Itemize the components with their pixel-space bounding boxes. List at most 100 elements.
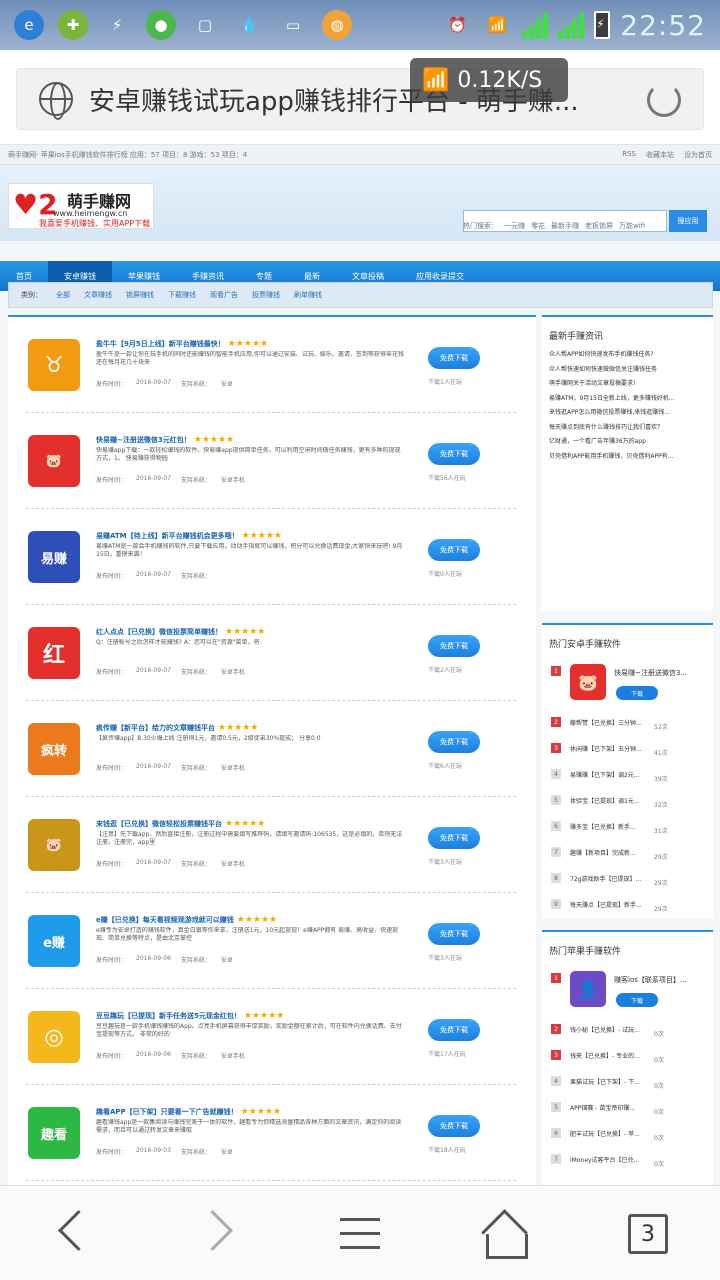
news-item[interactable]: 萌手赚网关于活动文章投稿要求!: [549, 377, 706, 392]
cat-order[interactable]: 刷单赚钱: [294, 290, 322, 300]
free-download-button[interactable]: 免费下载: [428, 1115, 480, 1137]
rank-app-icon[interactable]: 🐷: [570, 664, 606, 700]
app-thumbnail[interactable]: e赚: [28, 915, 80, 967]
app-thumbnail[interactable]: 红: [28, 627, 80, 679]
app-thumbnail[interactable]: 趣看: [28, 1107, 80, 1159]
free-download-button[interactable]: 免费下载: [428, 923, 480, 945]
rank-item[interactable]: 2 藤帮赞【已兑换】三分钟... 52次: [542, 708, 713, 734]
free-download-button[interactable]: 免费下载: [428, 1019, 480, 1041]
app-title-text[interactable]: 疯传赚【新平台】给力的文章赚钱平台: [96, 724, 215, 732]
app-title-text[interactable]: e赚【已兑换】每天看视频观游戏就可以赚钱: [96, 916, 234, 924]
rank-item[interactable]: 3 休闲赚【已下架】五分钟... 41次: [542, 734, 713, 760]
rank-item[interactable]: 3 钱夹【已兑换】- 专业的... 0次: [542, 1041, 713, 1067]
homepage-link[interactable]: 设为首页: [684, 150, 712, 160]
rank-item[interactable]: 2 钱小秘【已兑换】- 试玩... 0次: [542, 1015, 713, 1041]
app-thumbnail[interactable]: ◎: [28, 1011, 80, 1063]
app-title[interactable]: 红人点点【已兑换】微信投票简单赚钱！ ★★★★★: [96, 627, 265, 637]
cat-lockscreen[interactable]: 锁屏赚钱: [126, 290, 154, 300]
home-icon[interactable]: [482, 1210, 532, 1260]
app-title[interactable]: 来钱逛【已兑换】微信轻松投票赚钱平台 ★★★★★: [96, 819, 265, 829]
cat-all[interactable]: 全部: [56, 290, 70, 300]
app-title-text[interactable]: 豆豆趣玩【已提现】新手任务送5元现金红包！: [96, 1012, 241, 1020]
rank-item[interactable]: 5 APP锦赛 - 苗宝帝印赚... 0次: [542, 1093, 713, 1119]
app-title[interactable]: 趣看APP【已下架】只要看一下广告就赚钱！ ★★★★★: [96, 1107, 281, 1117]
news-item[interactable]: 亿财通，一个看广告年赚36万的app: [549, 435, 706, 450]
app-title[interactable]: 豆豆趣玩【已提现】新手任务送5元现金红包！ ★★★★★: [96, 1011, 284, 1021]
free-download-button[interactable]: 免费下载: [428, 539, 480, 561]
news-item[interactable]: 来钱逛APP怎么用微信投票赚钱,来钱逛赚钱...: [549, 406, 706, 421]
rank-item[interactable]: 8 72g游戏助手【已提现】... 29次: [542, 864, 713, 890]
hot-link[interactable]: 一元赚: [504, 221, 525, 231]
app-title[interactable]: 快易赚~注册送微信3元红包！ ★★★★★: [96, 435, 234, 445]
news-item[interactable]: 众人帮快速如何快速做微信关注赚钱任务: [549, 363, 706, 378]
system-value: 安卓: [220, 1149, 233, 1156]
cat-vote[interactable]: 投票赚钱: [252, 290, 280, 300]
rank-item[interactable]: 6 赚多宝【已兑换】新手... 31次: [542, 812, 713, 838]
hot-link[interactable]: 最新手赚: [551, 221, 579, 231]
hot-link[interactable]: 老板锁屏: [585, 221, 613, 231]
rss-link[interactable]: RSS: [622, 150, 636, 160]
free-download-button[interactable]: 免费下载: [428, 443, 480, 465]
rank-app-name[interactable]: 快易赚~注册送微信3...: [614, 668, 687, 678]
news-item[interactable]: 每天赚点到底有什么赚钱技巧让我们喜欢？: [549, 421, 706, 436]
cat-download[interactable]: 下载赚钱: [168, 290, 196, 300]
tabs-button[interactable]: 3: [628, 1214, 668, 1254]
rank-count: 41次: [654, 750, 668, 757]
forward-icon[interactable]: [196, 1210, 246, 1260]
app-title[interactable]: 盈牛牛【9月5日上线】新平台赚钱最快！ ★★★★★: [96, 339, 268, 349]
rank-item[interactable]: 9 每天赚点【已提现】新手... 29次: [542, 890, 713, 916]
rank-app-icon[interactable]: 👤: [570, 971, 606, 1007]
reload-icon[interactable]: [647, 83, 681, 117]
free-download-button[interactable]: 免费下载: [428, 635, 480, 657]
rank-item[interactable]: 4 果猫试玩【已下架】- 下... 0次: [542, 1067, 713, 1093]
app-title-text[interactable]: 易赚ATM【待上线】新平台赚钱机会更多哦！: [96, 532, 239, 540]
app-thumbnail[interactable]: ♉: [28, 339, 80, 391]
app-description: 【注意】先下载app，然后直接注册，注册过程中需要填写推荐码，请填写邀请码:10…: [96, 831, 403, 846]
app-title-text[interactable]: 盈牛牛【9月5日上线】新平台赚钱最快！: [96, 340, 225, 348]
app-title[interactable]: e赚【已兑换】每天看视频观游戏就可以赚钱 ★★★★★: [96, 915, 277, 925]
app-title-text[interactable]: 趣看APP【已下架】只要看一下广告就赚钱！: [96, 1108, 238, 1116]
app-title[interactable]: 易赚ATM【待上线】新平台赚钱机会更多哦！ ★★★★★: [96, 531, 282, 541]
back-icon[interactable]: [44, 1210, 94, 1260]
address-bar[interactable]: 安卓赚钱试玩app赚钱排行平台 - 萌手赚...: [16, 68, 704, 130]
hot-search: 热门搜索： 一元赚 零花 最新手赚 老板锁屏 万能wifi: [463, 221, 645, 231]
rank-item[interactable]: 7 趣赚【新项目】完成新... 29次: [542, 838, 713, 864]
free-download-button[interactable]: 免费下载: [428, 347, 480, 369]
news-item[interactable]: 贝壳借利APP能用手机赚钱，贝壳借利APP有...: [549, 450, 706, 465]
rank-download-button[interactable]: 下载: [616, 686, 658, 700]
free-download-button[interactable]: 免费下载: [428, 731, 480, 753]
bookmark-link[interactable]: 收藏本站: [646, 150, 674, 160]
cat-article[interactable]: 文章赚钱: [84, 290, 112, 300]
search-button[interactable]: 搜应用: [669, 210, 707, 232]
app-thumbnail[interactable]: 易赚: [28, 531, 80, 583]
rank-item[interactable]: 4 易赚赚【已下架】调2元... 39次: [542, 760, 713, 786]
rank-item[interactable]: 6 肥羊试玩【已兑换】- 苹... 0次: [542, 1119, 713, 1145]
app-title-text[interactable]: 快易赚~注册送微信3元红包！: [96, 436, 191, 444]
date-label: 发布时间：: [96, 477, 127, 484]
rank-download-button[interactable]: 下载: [616, 993, 658, 1007]
cat-ads[interactable]: 观看广告: [210, 290, 238, 300]
site-logo[interactable]: ♥2 萌手赚网 www.heimengw.cn 我喜爱手机赚钱、实用APP下载: [8, 183, 154, 229]
news-item[interactable]: 众人帮APP如何快速发布手机赚钱任务?: [549, 348, 706, 363]
rank-top-item[interactable]: 1 👤 赚客ios【联系项目】... 下载: [542, 963, 713, 1015]
hot-link[interactable]: 零花: [531, 221, 545, 231]
app-title-text[interactable]: 来钱逛【已兑换】微信轻松投票赚钱平台: [96, 820, 222, 828]
app-thumbnail[interactable]: 🐷: [28, 435, 80, 487]
menu-icon[interactable]: [338, 1210, 388, 1260]
rank-count: 52次: [654, 724, 668, 731]
news-title: 最新手赚资讯: [549, 332, 604, 342]
system-value: 安卓手机: [220, 861, 245, 868]
app-title[interactable]: 疯传赚【新平台】给力的文章赚钱平台 ★★★★★: [96, 723, 258, 733]
rank-top-item[interactable]: 1 🐷 快易赚~注册送微信3... 下载: [542, 656, 713, 708]
news-item[interactable]: 易赚ATM，9月15日全新上线，更多赚钱好机...: [549, 392, 706, 407]
site-topline: 萌手赚网- 苹果ios手机赚钱软件排行榜 应用：57 项目：8 游戏：53 项目…: [0, 145, 720, 165]
free-download-button[interactable]: 免费下载: [428, 827, 480, 849]
app-thumbnail[interactable]: 疯转: [28, 723, 80, 775]
rank-app-name[interactable]: 赚客ios【联系项目】...: [614, 975, 687, 985]
app-thumbnail[interactable]: 🐷: [28, 819, 80, 871]
rank-item[interactable]: 7 iMoney试客平台【已兑... 0次: [542, 1145, 713, 1171]
rank-item[interactable]: 5 体验宝【已提现】调1元... 32次: [542, 786, 713, 812]
drop-icon: 💧: [239, 16, 259, 34]
app-title-text[interactable]: 红人点点【已兑换】微信投票简单赚钱！: [96, 628, 222, 636]
hot-link[interactable]: 万能wifi: [619, 221, 645, 231]
